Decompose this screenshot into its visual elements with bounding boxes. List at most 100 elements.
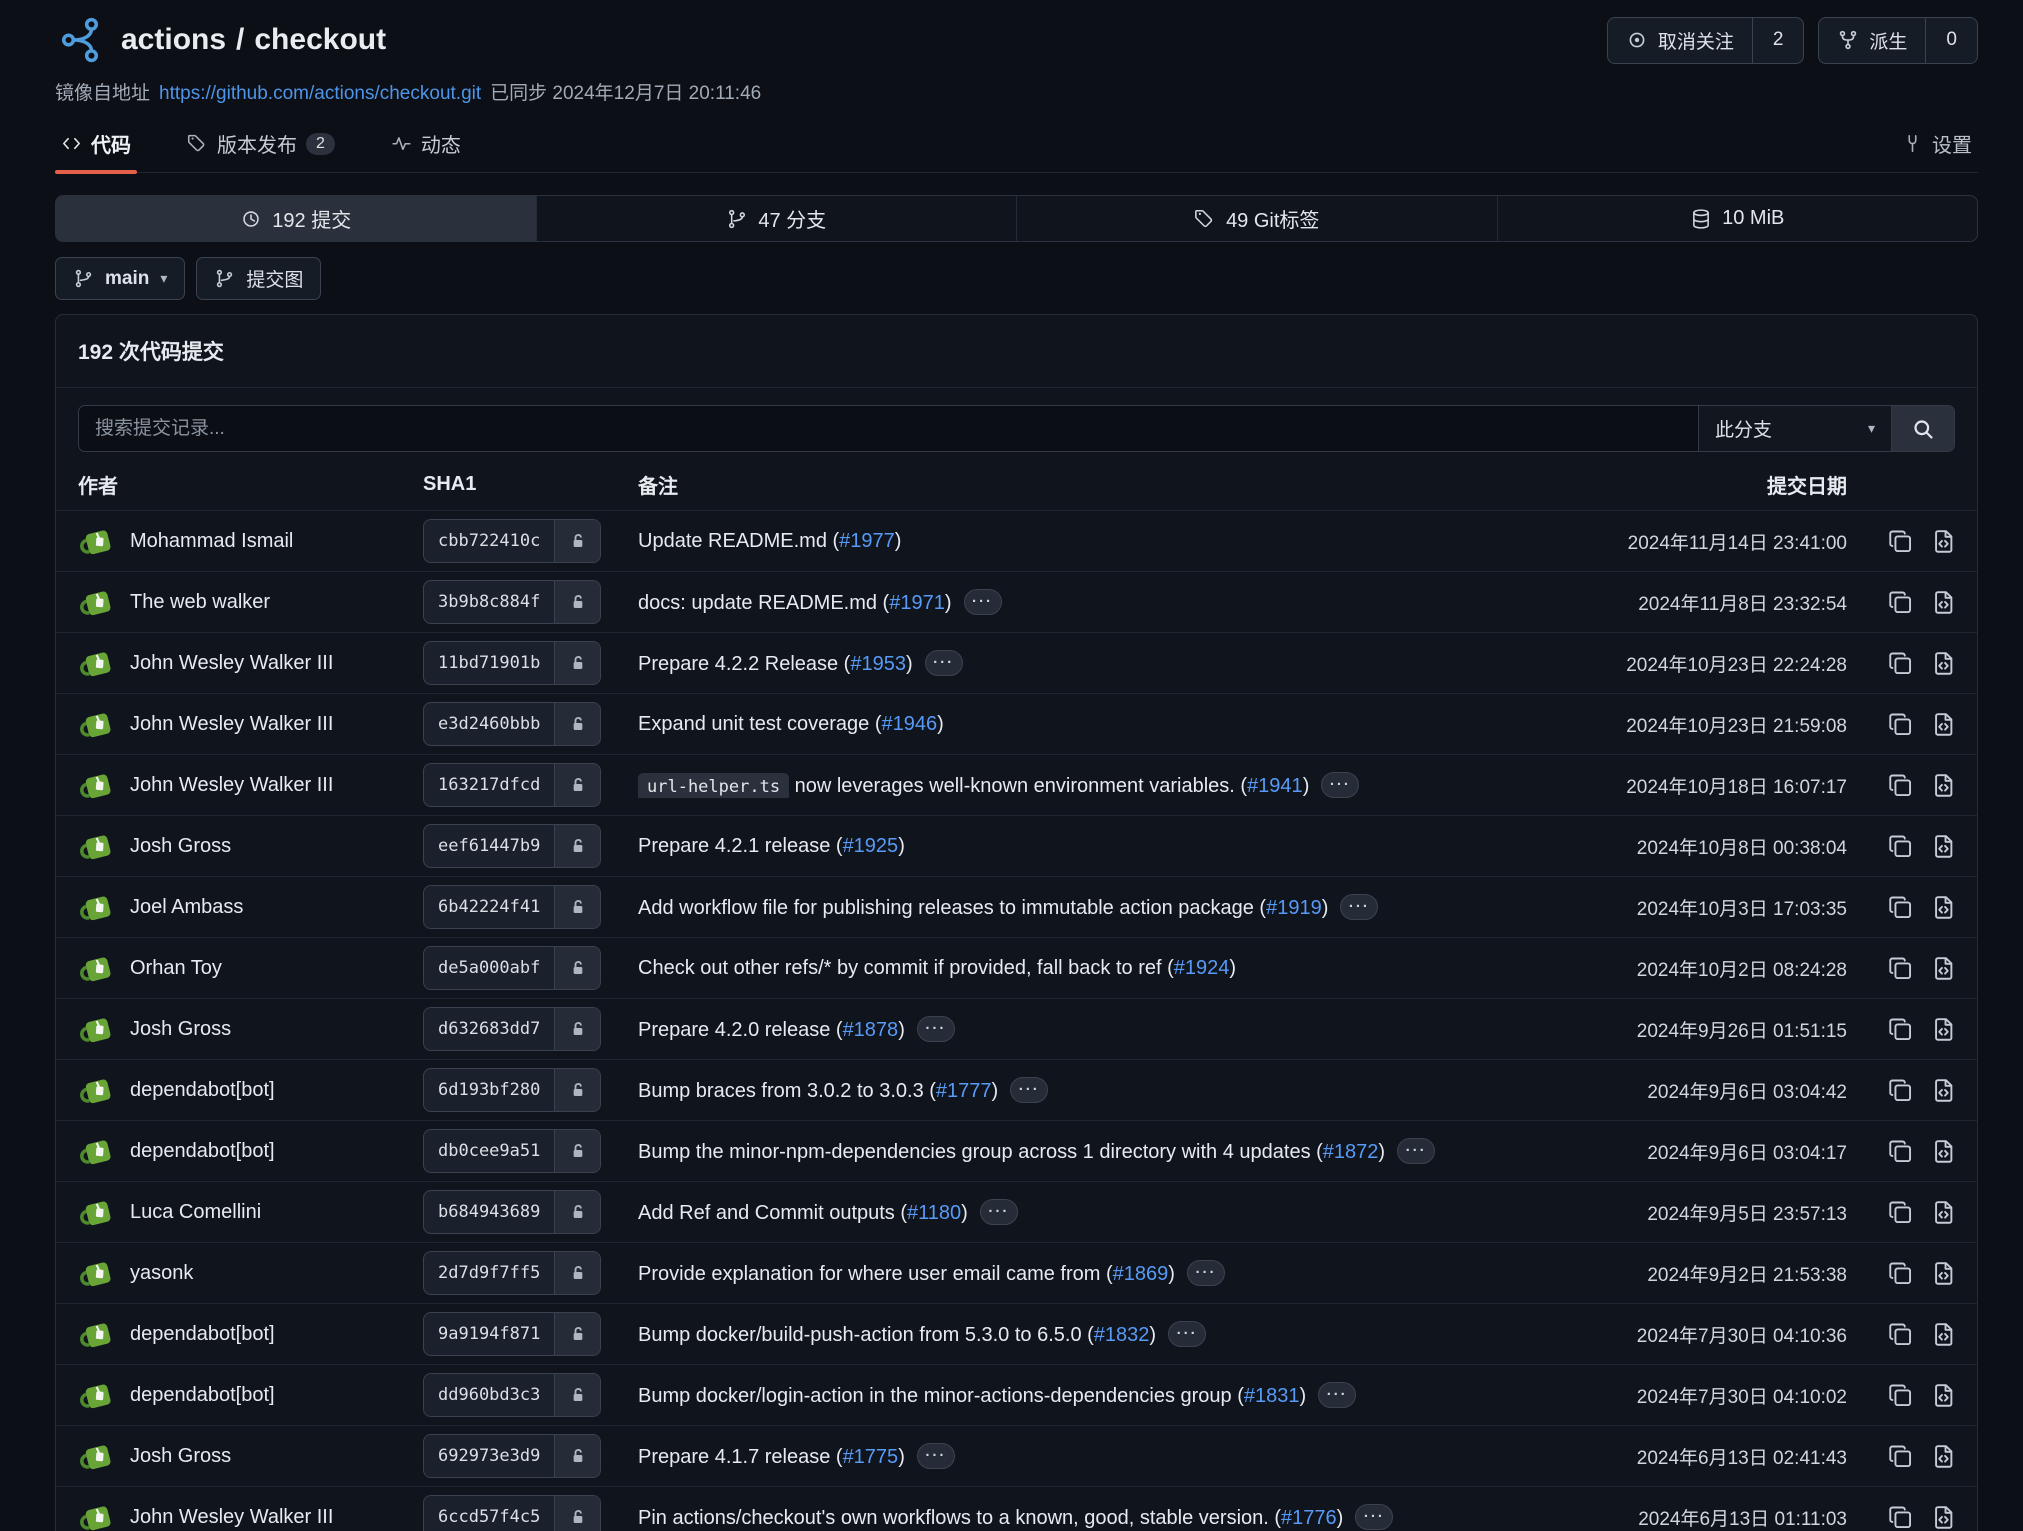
expand-commit-button[interactable]: ··· [1318,1382,1356,1408]
commit-sha-badge[interactable]: 2d7d9f7ff5 [423,1251,601,1295]
pr-link[interactable]: #1925 [843,835,899,857]
copy-sha-button[interactable] [1887,711,1914,738]
forks-count[interactable]: 0 [1925,18,1977,63]
commit-author[interactable]: Joel Ambass [130,896,243,919]
copy-sha-button[interactable] [1887,589,1914,616]
commit-author[interactable]: John Wesley Walker III [130,1506,333,1529]
pr-link[interactable]: #1971 [889,592,945,614]
commit-sha-badge[interactable]: 692973e3d9 [423,1434,601,1478]
copy-sha-button[interactable] [1887,1138,1914,1165]
copy-sha-button[interactable] [1887,894,1914,921]
copy-sha-button[interactable] [1887,1443,1914,1470]
expand-commit-button[interactable]: ··· [1321,772,1359,798]
commit-author[interactable]: Josh Gross [130,835,231,858]
commit-author[interactable]: dependabot[bot] [130,1079,275,1102]
pr-link[interactable]: #1180 [907,1202,961,1224]
browse-source-button[interactable] [1930,589,1957,616]
browse-source-button[interactable] [1930,1199,1957,1226]
browse-source-button[interactable] [1930,1321,1957,1348]
expand-commit-button[interactable]: ··· [917,1016,955,1042]
expand-commit-button[interactable]: ··· [1340,894,1378,920]
copy-sha-button[interactable] [1887,772,1914,799]
commit-sha-badge[interactable]: 9a9194f871 [423,1312,601,1356]
commit-author[interactable]: Mohammad Ismail [130,530,293,553]
mirror-url-link[interactable]: https://github.com/actions/checkout.git [159,83,481,105]
browse-source-button[interactable] [1930,955,1957,982]
tab-code[interactable]: 代码 [55,129,137,172]
commit-sha-badge[interactable]: 3b9b8c884f [423,580,601,624]
browse-source-button[interactable] [1930,833,1957,860]
copy-sha-button[interactable] [1887,528,1914,555]
repo-name-link[interactable]: checkout [254,23,386,57]
expand-commit-button[interactable]: ··· [1187,1260,1225,1286]
commit-sha-badge[interactable]: b684943689 [423,1190,601,1234]
browse-source-button[interactable] [1930,1016,1957,1043]
expand-commit-button[interactable]: ··· [980,1199,1018,1225]
expand-commit-button[interactable]: ··· [964,589,1002,615]
commit-sha-badge[interactable]: 6ccd57f4c5 [423,1495,601,1531]
pr-link[interactable]: #1919 [1266,897,1322,919]
copy-sha-button[interactable] [1887,1504,1914,1531]
tab-activity[interactable]: 动态 [385,129,467,172]
browse-source-button[interactable] [1930,894,1957,921]
commit-sha-badge[interactable]: d632683dd7 [423,1007,601,1051]
pr-link[interactable]: #1872 [1323,1141,1379,1163]
copy-sha-button[interactable] [1887,955,1914,982]
browse-source-button[interactable] [1930,1077,1957,1104]
commit-author[interactable]: yasonk [130,1262,193,1285]
fork-button[interactable]: 派生 [1819,18,1925,63]
pr-link[interactable]: #1924 [1174,957,1230,979]
commit-sha-badge[interactable]: 6d193bf280 [423,1068,601,1112]
repo-owner-link[interactable]: actions [121,23,226,57]
copy-sha-button[interactable] [1887,1016,1914,1043]
commit-sha-badge[interactable]: e3d2460bbb [423,702,601,746]
browse-source-button[interactable] [1930,650,1957,677]
tab-settings[interactable]: 设置 [1896,129,1978,172]
expand-commit-button[interactable]: ··· [925,650,963,676]
commit-sha-badge[interactable]: db0cee9a51 [423,1129,601,1173]
browse-source-button[interactable] [1930,1443,1957,1470]
pr-link[interactable]: #1977 [839,530,895,552]
watchers-count[interactable]: 2 [1752,18,1804,63]
commit-graph-button[interactable]: 提交图 [196,257,321,300]
expand-commit-button[interactable]: ··· [917,1443,955,1469]
commit-author[interactable]: Orhan Toy [130,957,222,980]
commit-author[interactable]: Josh Gross [130,1445,231,1468]
pr-link[interactable]: #1775 [843,1446,899,1468]
expand-commit-button[interactable]: ··· [1355,1504,1393,1530]
browse-source-button[interactable] [1930,772,1957,799]
expand-commit-button[interactable]: ··· [1010,1077,1048,1103]
pr-link[interactable]: #1946 [881,713,937,735]
commit-sha-badge[interactable]: de5a000abf [423,946,601,990]
copy-sha-button[interactable] [1887,1382,1914,1409]
expand-commit-button[interactable]: ··· [1168,1321,1206,1347]
browse-source-button[interactable] [1930,528,1957,555]
stat-tags[interactable]: 49 Git标签 [1017,196,1498,241]
search-input[interactable] [79,406,1698,451]
pr-link[interactable]: #1941 [1247,775,1303,797]
commit-author[interactable]: John Wesley Walker III [130,652,333,675]
commit-author[interactable]: dependabot[bot] [130,1384,275,1407]
copy-sha-button[interactable] [1887,833,1914,860]
pr-link[interactable]: #1878 [843,1019,899,1041]
browse-source-button[interactable] [1930,1382,1957,1409]
expand-commit-button[interactable]: ··· [1397,1138,1435,1164]
commit-sha-badge[interactable]: dd960bd3c3 [423,1373,601,1417]
copy-sha-button[interactable] [1887,1321,1914,1348]
tab-releases[interactable]: 版本发布 2 [181,129,341,172]
pr-link[interactable]: #1777 [936,1080,992,1102]
search-button[interactable] [1891,406,1954,451]
commit-sha-badge[interactable]: 11bd71901b [423,641,601,685]
pr-link[interactable]: #1953 [850,653,906,675]
browse-source-button[interactable] [1930,1260,1957,1287]
copy-sha-button[interactable] [1887,650,1914,677]
unwatch-button[interactable]: 取消关注 [1608,18,1752,63]
commit-author[interactable]: dependabot[bot] [130,1323,275,1346]
pr-link[interactable]: #1869 [1113,1263,1169,1285]
pr-link[interactable]: #1776 [1281,1507,1337,1529]
commit-sha-badge[interactable]: 163217dfcd [423,763,601,807]
pr-link[interactable]: #1831 [1244,1385,1300,1407]
branch-filter-select[interactable]: 此分支 ▾ [1698,406,1891,451]
commit-author[interactable]: John Wesley Walker III [130,774,333,797]
commit-author[interactable]: dependabot[bot] [130,1140,275,1163]
